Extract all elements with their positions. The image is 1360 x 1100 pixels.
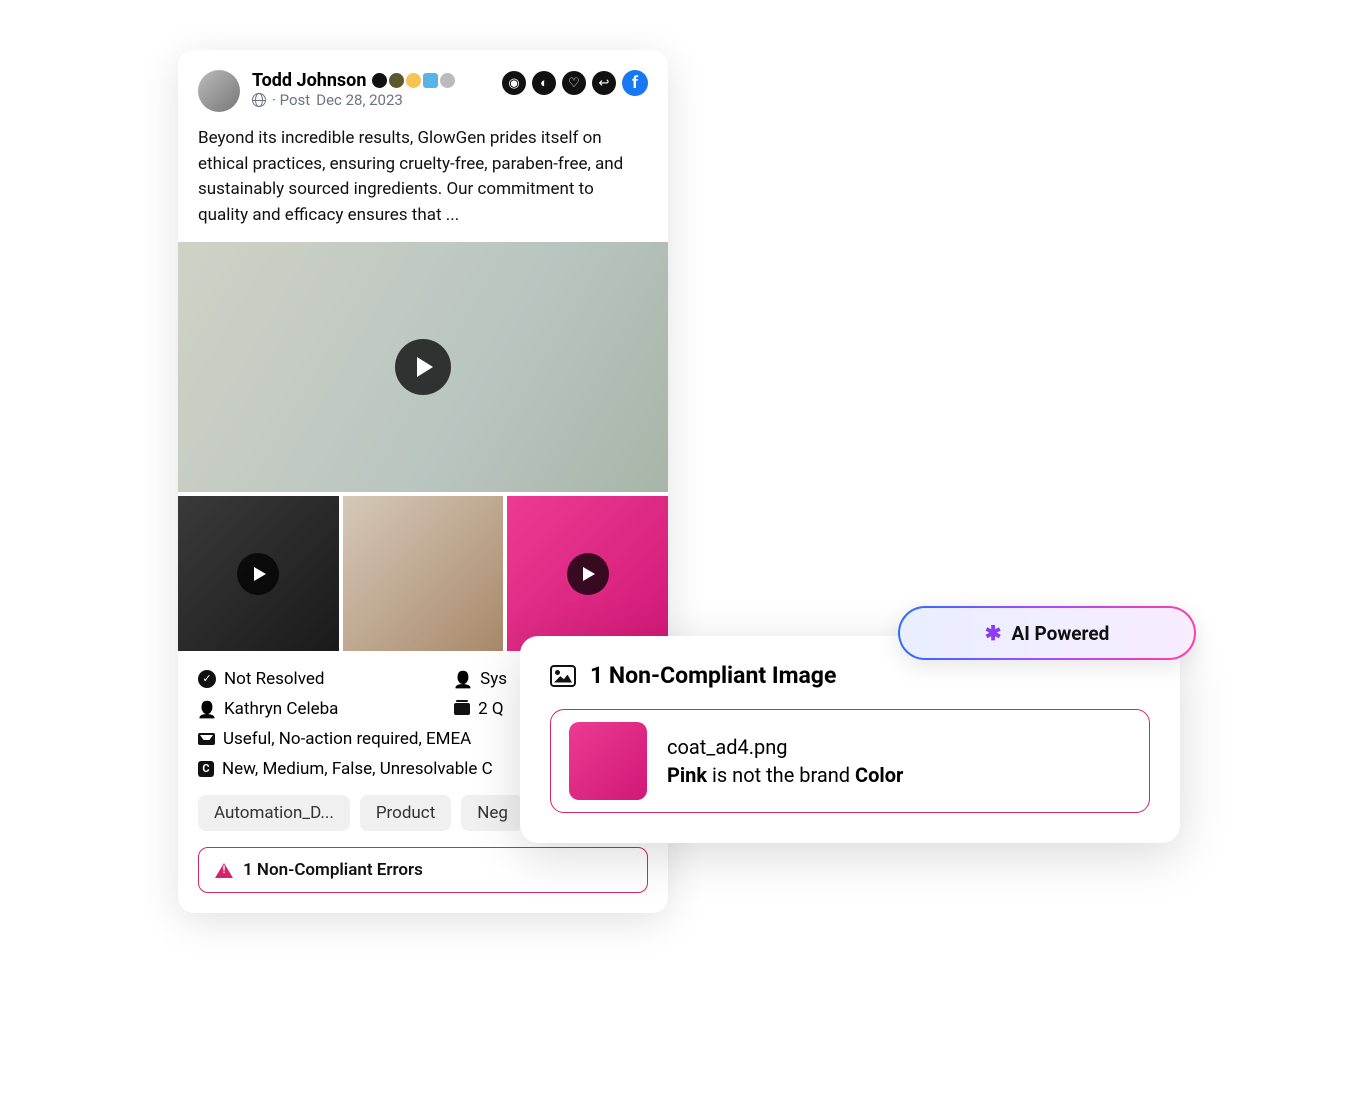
post-header: Todd Johnson · Post Dec 28, 2023 ◉ ◐ ♡ ↩ xyxy=(198,70,648,112)
clock-icon[interactable]: ◐ xyxy=(532,71,556,95)
item-filename: coat_ad4.png xyxy=(667,733,903,761)
play-button[interactable] xyxy=(395,339,451,395)
sparkle-icon: ✱ xyxy=(985,621,1002,645)
author-name[interactable]: Todd Johnson xyxy=(252,70,366,91)
item-reason: Pink is not the brand Color xyxy=(667,761,903,789)
heart-icon[interactable]: ♡ xyxy=(562,71,586,95)
check-icon xyxy=(198,670,216,688)
reply-icon[interactable]: ↩ xyxy=(592,71,616,95)
badge-icon xyxy=(440,73,455,88)
thumbnail-row xyxy=(178,496,668,651)
warning-icon xyxy=(215,863,233,878)
post-type-label: · Post xyxy=(272,91,310,109)
compliance-detail-card: 1 Non-Compliant Image coat_ad4.png Pink … xyxy=(520,636,1180,843)
eye-icon[interactable]: ◉ xyxy=(502,71,526,95)
assignee-name: Kathryn Celeba xyxy=(224,699,338,719)
category-icon: C xyxy=(198,761,214,777)
badge-icon xyxy=(406,73,421,88)
queue-count: 2 Q xyxy=(478,699,503,719)
avatar[interactable] xyxy=(198,70,240,112)
detail-title: 1 Non-Compliant Image xyxy=(590,662,836,689)
chip[interactable]: Neg xyxy=(461,795,524,831)
thumbnail[interactable] xyxy=(178,496,339,651)
header-actions: ◉ ◐ ♡ ↩ f xyxy=(502,70,648,96)
play-button[interactable] xyxy=(567,553,609,595)
category-line: New, Medium, False, Unresolvable C xyxy=(222,759,493,779)
post-meta: · Post Dec 28, 2023 xyxy=(252,91,490,109)
error-banner[interactable]: 1 Non-Compliant Errors xyxy=(198,847,648,893)
globe-icon xyxy=(252,93,266,107)
image-icon xyxy=(550,665,576,687)
chip[interactable]: Product xyxy=(360,795,451,831)
error-banner-text: 1 Non-Compliant Errors xyxy=(243,860,423,880)
reason-text: is not the brand xyxy=(707,763,855,787)
main-media[interactable] xyxy=(178,242,668,492)
post-body: Beyond its incredible results, GlowGen p… xyxy=(198,126,648,228)
thumbnail[interactable] xyxy=(507,496,668,651)
ai-powered-pill[interactable]: ✱ AI Powered xyxy=(898,606,1196,660)
stack-icon xyxy=(454,703,470,715)
noncompliant-item[interactable]: coat_ad4.png Pink is not the brand Color xyxy=(550,709,1150,813)
badge-icon xyxy=(423,73,438,88)
system-label: Sys xyxy=(480,669,507,689)
play-button[interactable] xyxy=(237,553,279,595)
badge-icon xyxy=(372,73,387,88)
tags-line: Useful, No-action required, EMEA xyxy=(223,729,471,749)
badge-icon xyxy=(389,73,404,88)
resolution-status: Not Resolved xyxy=(224,669,324,689)
facebook-icon[interactable]: f xyxy=(622,70,648,96)
reason-highlight: Pink xyxy=(667,763,707,787)
thumbnail[interactable] xyxy=(343,496,504,651)
assignee-icon xyxy=(198,700,216,718)
item-thumbnail xyxy=(569,722,647,800)
post-date: Dec 28, 2023 xyxy=(316,91,403,109)
ai-label: AI Powered xyxy=(1011,622,1109,645)
person-icon xyxy=(454,670,472,688)
author-badges xyxy=(372,73,455,88)
reason-highlight: Color xyxy=(855,763,903,787)
chip[interactable]: Automation_D... xyxy=(198,795,350,831)
mail-icon xyxy=(198,733,215,745)
